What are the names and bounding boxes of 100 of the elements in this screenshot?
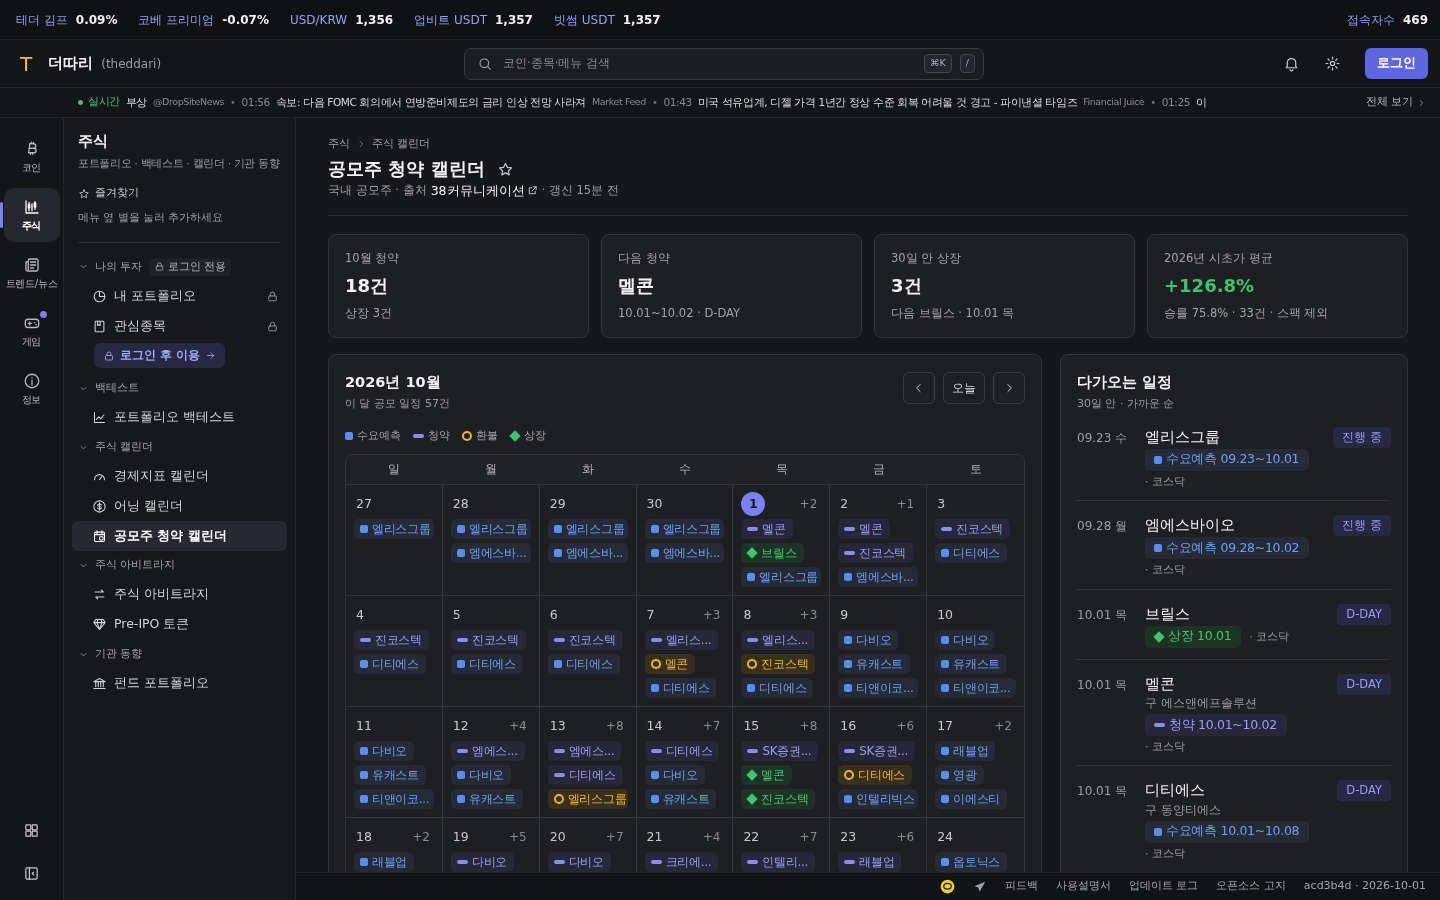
- menu-item[interactable]: 어닝 캘린더: [72, 491, 287, 522]
- event-chip[interactable]: SK증권...: [741, 741, 819, 761]
- event-chip[interactable]: 디티에스: [838, 765, 913, 785]
- menu-item[interactable]: 주식 아비트라지: [72, 579, 287, 610]
- news-headline[interactable]: 부상: [125, 94, 147, 111]
- nav-rail-item[interactable]: 정보: [3, 362, 60, 416]
- more-count[interactable]: +3: [799, 606, 822, 624]
- event-chip[interactable]: 영광: [935, 765, 984, 785]
- nav-rail-item[interactable]: 주식: [3, 188, 60, 242]
- more-count[interactable]: +4: [509, 717, 531, 735]
- paper-plane-icon[interactable]: [972, 879, 987, 894]
- event-chip[interactable]: 래블업: [935, 741, 996, 761]
- event-chip[interactable]: 다비오: [935, 630, 996, 650]
- event-chip[interactable]: 래블업: [354, 852, 415, 872]
- event-chip[interactable]: 디티에스: [935, 543, 1007, 563]
- event-chip[interactable]: 디티에스: [644, 741, 720, 761]
- event-chip[interactable]: 엘리스...: [644, 630, 719, 650]
- event-chip[interactable]: 엠에스바...: [450, 543, 531, 563]
- event-chip[interactable]: 엠에스바...: [644, 543, 725, 563]
- menu-item[interactable]: 관심종목: [72, 311, 287, 341]
- search-input[interactable]: 코인·종목·메뉴 검색: [501, 53, 917, 74]
- event-chip[interactable]: 인텔리빅스: [838, 789, 919, 809]
- group-header[interactable]: 주식 아비트라지: [72, 551, 287, 580]
- event-chip[interactable]: 다비오: [838, 630, 899, 650]
- more-count[interactable]: +6: [896, 828, 919, 846]
- event-chip[interactable]: 티앤이코...: [838, 678, 919, 698]
- breadcrumb-link[interactable]: 주식 캘린더: [372, 136, 431, 153]
- group-header[interactable]: 백테스트: [72, 374, 287, 403]
- event-chip[interactable]: 다비오: [354, 741, 415, 761]
- event-chip[interactable]: 디티에스: [547, 765, 623, 785]
- event-chip[interactable]: 진코스텍: [935, 519, 1010, 539]
- logo[interactable]: T: [20, 53, 33, 74]
- event-chip[interactable]: 디티에스: [354, 654, 426, 674]
- event-chip[interactable]: 엠에스...: [547, 741, 622, 761]
- event-chip[interactable]: 진코스텍: [354, 630, 429, 650]
- event-chip[interactable]: 엘리스그룹: [547, 519, 628, 539]
- more-count[interactable]: +5: [509, 828, 531, 846]
- event-chip[interactable]: 엘리스그룹: [644, 519, 725, 539]
- menu-item[interactable]: 공모주 청약 캘린더: [72, 521, 287, 552]
- event-chip[interactable]: 브릴스: [741, 543, 804, 563]
- footer-link[interactable]: 사용설명서: [1055, 878, 1111, 895]
- event-chip[interactable]: 멜콘: [644, 654, 695, 674]
- footer-link[interactable]: 피드백: [1004, 878, 1038, 895]
- event-chip[interactable]: 진코스텍: [547, 630, 623, 650]
- nav-rail-item[interactable]: 트렌드/뉴스: [3, 246, 60, 300]
- event-chip[interactable]: 이에스티: [935, 789, 1007, 809]
- event-chip[interactable]: 다비오: [450, 765, 511, 785]
- news-headline[interactable]: 미국 석유업계, 디젤 가격 1년간 정상 수준 회복 어려울 것 경고 - 파이낸셜 타임즈: [697, 94, 1078, 111]
- chat-bubble-icon[interactable]: [939, 879, 955, 894]
- event-chip[interactable]: 엘리스그룹: [354, 519, 434, 539]
- event-chip[interactable]: 다비오: [644, 765, 705, 785]
- menu-item[interactable]: 펀드 포트폴리오: [72, 668, 287, 699]
- source-link[interactable]: 38커뮤니케이션: [430, 181, 538, 201]
- event-chip[interactable]: 티앤이코...: [354, 789, 434, 809]
- event-chip[interactable]: 엠에스바...: [838, 567, 919, 587]
- more-count[interactable]: +4: [702, 828, 725, 846]
- event-chip[interactable]: 크리에...: [644, 852, 719, 872]
- event-chip[interactable]: 엠에스...: [450, 741, 525, 761]
- event-chip[interactable]: 엘리스그룹: [450, 519, 531, 539]
- event-chip[interactable]: 멜콘: [741, 519, 793, 539]
- more-count[interactable]: +8: [799, 717, 822, 735]
- event-chip[interactable]: 멜콘: [741, 765, 792, 785]
- more-count[interactable]: +8: [605, 717, 628, 735]
- event-chip[interactable]: 진코스텍: [450, 630, 526, 650]
- event-chip[interactable]: 티앤이코...: [935, 678, 1016, 698]
- menu-item[interactable]: 포트폴리오 백테스트: [72, 402, 287, 433]
- group-header[interactable]: 나의 투자: [72, 252, 149, 281]
- event-chip[interactable]: 인텔리...: [741, 852, 816, 872]
- event-chip[interactable]: 디티에스: [644, 678, 717, 698]
- event-chip[interactable]: 유캐스트: [838, 654, 911, 674]
- event-chip[interactable]: 래블업: [838, 852, 902, 872]
- more-count[interactable]: +7: [605, 828, 628, 846]
- event-chip[interactable]: 엘리스그룹: [547, 789, 628, 809]
- event-chip[interactable]: 진코스텍: [838, 543, 914, 563]
- news-headline[interactable]: 이: [1196, 94, 1207, 111]
- more-count[interactable]: +3: [702, 606, 725, 624]
- event-chip[interactable]: 수요예측 09.23~10.01: [1145, 448, 1310, 471]
- nav-rail-item[interactable]: 코인: [3, 130, 60, 184]
- event-chip[interactable]: 진코스텍: [741, 789, 816, 809]
- event-chip[interactable]: 청약 10.01~10.02: [1145, 714, 1287, 737]
- menu-item[interactable]: 내 포트폴리오: [72, 281, 287, 311]
- event-chip[interactable]: 진코스텍: [741, 654, 816, 674]
- event-chip[interactable]: 유캐스트: [644, 789, 717, 809]
- event-chip[interactable]: 엠에스바...: [547, 543, 628, 563]
- event-chip[interactable]: 디티에스: [450, 654, 523, 674]
- login-required-button[interactable]: 로그인 후 이용: [94, 343, 225, 369]
- more-count[interactable]: +7: [799, 828, 822, 846]
- event-chip[interactable]: 상장 10.01: [1145, 625, 1242, 648]
- more-count[interactable]: +2: [994, 717, 1016, 735]
- more-count[interactable]: +2: [412, 828, 434, 846]
- more-count[interactable]: +1: [896, 495, 919, 513]
- event-chip[interactable]: 디티에스: [741, 678, 814, 698]
- event-chip[interactable]: 멜콘: [838, 519, 890, 539]
- more-count[interactable]: +2: [799, 495, 822, 513]
- more-count[interactable]: +6: [896, 717, 919, 735]
- event-chip[interactable]: 유캐스트: [450, 789, 523, 809]
- search-field[interactable]: 코인·종목·메뉴 검색 ⌘K /: [464, 47, 984, 80]
- footer-link[interactable]: 업데이트 로그: [1128, 878, 1199, 895]
- nav-rail-item[interactable]: 게임: [3, 304, 60, 358]
- today-button[interactable]: 오늘: [943, 372, 985, 405]
